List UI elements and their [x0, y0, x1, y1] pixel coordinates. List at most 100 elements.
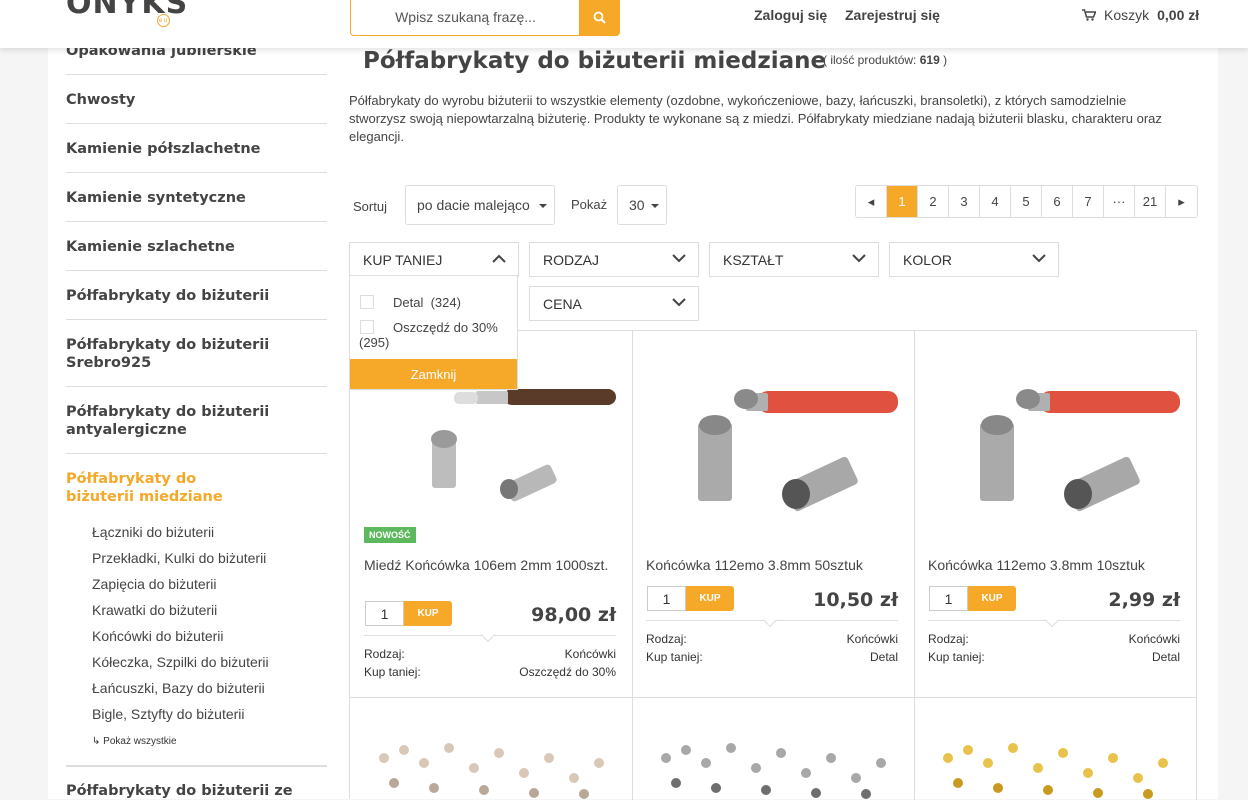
product-card[interactable]: Końcówka 112emo 3.8mm 50sztuk 1 KUP 10,5…	[632, 331, 915, 698]
attr-value-kup-taniej: Oszczędź do 30%	[519, 665, 616, 679]
subcategory-connectors[interactable]: Łączniki do biżuterii	[92, 524, 214, 540]
product-name[interactable]: Końcówka 112emo 3.8mm 50sztuk	[646, 557, 896, 573]
page-title: Półfabrykaty do biżuterii miedziane	[363, 48, 827, 74]
caret-down-icon	[651, 204, 659, 208]
subcategory-bails[interactable]: Krawatki do biżuterii	[92, 602, 217, 618]
filter-cena-label: CENA	[543, 295, 582, 312]
page-21[interactable]: 21	[1135, 186, 1166, 217]
attr-value-rodzaj: Końcówki	[564, 647, 616, 661]
option-oszczedz-label[interactable]: Oszczędź do 30%	[393, 320, 498, 335]
sidebar-item-tassels[interactable]: Chwosty	[66, 75, 327, 124]
search-input[interactable]	[351, 0, 580, 35]
option-detal-label: Detal	[393, 295, 424, 310]
subcategory-spacers[interactable]: Przekładki, Kulki do biżuterii	[92, 550, 266, 566]
notch	[762, 612, 778, 628]
sidebar-item-precious[interactable]: Kamienie szlachetne	[66, 222, 327, 271]
sidebar-item-semiprecious[interactable]: Kamienie półszlachetne	[66, 124, 327, 173]
cart-link[interactable]: Koszyk 0,00 zł	[1082, 7, 1199, 23]
main-content: Półfabrykaty do biżuterii miedziane ( il…	[344, 48, 1218, 800]
quantity-input[interactable]: 1	[647, 586, 686, 611]
category-sidebar: Opakowania jubilerskie Chwosty Kamienie …	[48, 48, 344, 799]
sidebar-item-silver925[interactable]: Półfabrykaty do biżuterii Srebro925	[66, 320, 327, 387]
sidebar-item-findings[interactable]: Półfabrykaty do biżuterii	[66, 271, 327, 320]
product-card[interactable]	[632, 698, 915, 800]
option-detal[interactable]: Detal (324)	[393, 295, 461, 310]
quantity-input[interactable]: 1	[365, 601, 404, 626]
sidebar-item-antiallergic[interactable]: Półfabrykaty do biżuterii antyalergiczne	[66, 387, 327, 454]
login-link[interactable]: Zaloguj się	[754, 7, 827, 23]
cart-total: 0,00 zł	[1157, 7, 1200, 23]
prev-page-button[interactable]: ◂	[856, 186, 887, 217]
product-attributes: Rodzaj: Końcówki Kup taniej: Detal	[646, 612, 898, 664]
chevron-down-icon	[672, 254, 686, 263]
quantity-input[interactable]: 1	[929, 586, 968, 611]
attr-value-kup-taniej: Detal	[869, 650, 898, 664]
page-7[interactable]: 7	[1073, 186, 1104, 217]
sort-select[interactable]: po dacie malejąco	[405, 185, 555, 225]
product-image[interactable]	[646, 361, 898, 526]
buy-button[interactable]: KUP	[404, 601, 452, 626]
close-filter-button[interactable]: Zamknij	[350, 359, 517, 389]
product-card[interactable]	[350, 698, 633, 800]
register-link[interactable]: Zarejestruj się	[845, 7, 940, 23]
product-attributes: Rodzaj: Końcówki Kup taniej: Detal	[928, 612, 1180, 664]
attr-label-rodzaj: Rodzaj:	[646, 632, 687, 646]
page-5[interactable]: 5	[1011, 186, 1042, 217]
filter-rodzaj[interactable]: RODZAJ	[529, 242, 699, 277]
product-image[interactable]	[364, 728, 616, 800]
filter-kup-taniej-dropdown: Detal (324) Oszczędź do 30% (295) Zamkni…	[349, 275, 518, 390]
subcategory-rings-pins[interactable]: Kółeczka, Szpilki do biżuterii	[92, 654, 269, 670]
page-2[interactable]: 2	[918, 186, 949, 217]
filter-cena[interactable]: CENA	[529, 286, 699, 321]
category-description: Półfabrykaty do wyrobu biżuterii to wszy…	[349, 93, 1162, 144]
product-image[interactable]	[928, 728, 1180, 800]
search-button[interactable]	[579, 0, 619, 36]
per-page-select[interactable]: 30	[617, 185, 667, 225]
option-oszczedz-checkbox[interactable]	[360, 320, 374, 334]
filter-kolor[interactable]: KOLOR	[889, 242, 1059, 277]
cart-icon	[1082, 9, 1096, 21]
product-card[interactable]	[914, 698, 1197, 800]
page-6[interactable]: 6	[1042, 186, 1073, 217]
product-price: 10,50 zł	[813, 589, 898, 611]
buy-button[interactable]: KUP	[968, 586, 1016, 611]
product-grid: NOWOŚĆ Miedź Końcówka 106em 2mm 1000szt.…	[349, 330, 1197, 800]
product-name[interactable]: Miedź Końcówka 106em 2mm 1000szt.	[364, 557, 614, 573]
next-page-button[interactable]: ▸	[1166, 186, 1197, 217]
buy-button[interactable]: KUP	[686, 586, 734, 611]
subcategory-end-caps[interactable]: Końcówki do biżuterii	[92, 628, 224, 644]
count-prefix: ( ilość produktów:	[823, 53, 917, 67]
logo[interactable]: ONYKS eu	[66, 0, 189, 27]
chevron-up-icon	[492, 254, 506, 263]
sort-label: Sortuj	[353, 199, 387, 214]
notch	[1044, 612, 1060, 628]
chevron-down-icon	[672, 298, 686, 307]
product-card[interactable]: Końcówka 112emo 3.8mm 10sztuk 1 KUP 2,99…	[914, 331, 1197, 698]
count-suffix: )	[943, 53, 948, 67]
subcategory-earwires[interactable]: Bigle, Sztyfty do biżuterii	[92, 706, 245, 722]
product-price: 2,99 zł	[1108, 589, 1180, 611]
count-value: 619	[919, 53, 940, 67]
logo-text: ONYKS	[66, 0, 189, 21]
page-1[interactable]: 1	[887, 186, 918, 217]
product-image[interactable]	[646, 728, 898, 800]
page-4[interactable]: 4	[980, 186, 1011, 217]
option-detal-checkbox[interactable]	[360, 295, 374, 309]
subcategory-clasps[interactable]: Zapięcia do biżuterii	[92, 576, 217, 592]
page-3[interactable]: 3	[949, 186, 980, 217]
product-image[interactable]	[928, 361, 1180, 526]
sidebar-item-synthetic[interactable]: Kamienie syntetyczne	[66, 173, 327, 222]
show-all-link[interactable]: ↳ Pokaż wszystkie	[92, 736, 177, 747]
filter-ksztalt[interactable]: KSZTAŁT	[709, 242, 879, 277]
product-name[interactable]: Końcówka 112emo 3.8mm 10sztuk	[928, 557, 1178, 573]
chevron-down-icon	[1032, 254, 1046, 263]
per-page-value: 30	[629, 197, 645, 213]
subcategory-chains[interactable]: Łańcuszki, Bazy do biżuterii	[92, 680, 265, 696]
sidebar-item-steel[interactable]: Półfabrykaty do biżuterii ze stali	[66, 766, 327, 799]
search-box	[350, 0, 620, 36]
page-ellipsis: ···	[1104, 186, 1135, 217]
product-attributes: Rodzaj: Końcówki Kup taniej: Oszczędź do…	[364, 627, 616, 679]
filter-kup-taniej[interactable]: KUP TANIEJ	[349, 242, 519, 277]
show-label: Pokaż	[571, 197, 608, 212]
sidebar-item-packaging[interactable]: Opakowania jubilerskie	[66, 48, 327, 75]
